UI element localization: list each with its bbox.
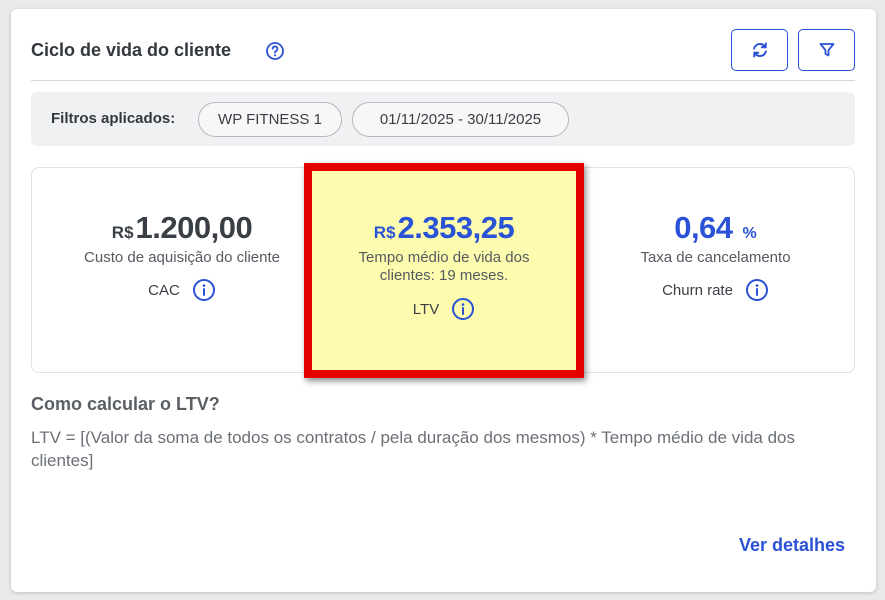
refresh-icon [752,42,767,58]
metric-cac: R$ 1.200,00 Custo de aquisição do client… [32,168,332,374]
ltv-description: Tempo médio de vida dos clientes: 19 mes… [358,249,530,284]
question-circle-icon[interactable] [265,41,285,61]
filter-button[interactable] [798,29,855,71]
metric-churn: 0,64 % Taxa de cancelamento Churn rate [575,168,856,374]
churn-tag-row: Churn rate [575,278,856,302]
churn-tag: Churn rate [662,281,733,299]
cac-tag: CAC [148,281,180,299]
ltv-formula: LTV = [(Valor da soma de todos os contra… [31,428,795,470]
filter-chip-unit[interactable]: WP FITNESS 1 [198,102,342,137]
cac-tag-row: CAC [32,278,332,302]
filters-label: Filtros aplicados: [51,110,176,127]
info-icon[interactable] [192,278,216,302]
ltv-tag-row: LTV [313,297,575,321]
info-icon[interactable] [451,297,475,321]
refresh-button[interactable] [731,29,788,71]
ltv-currency: R$ [373,223,396,242]
cac-value-row: R$ 1.200,00 [32,210,332,246]
churn-value: 0,64 [674,210,733,245]
churn-value-row: 0,64 % [575,210,856,246]
info-icon[interactable] [745,278,769,302]
churn-description: Taxa de cancelamento [640,249,791,266]
applied-filters-bar: Filtros aplicados: WP FITNESS 1 01/11/20… [31,92,855,146]
ltv-value: 2.353,25 [397,210,515,245]
ltv-value-row: R$ 2.353,25 [313,210,575,246]
churn-unit: % [742,225,757,242]
funnel-icon [819,43,834,57]
card-title: Ciclo de vida do cliente [31,40,232,60]
ltv-calc-title: Como calcular o LTV? [31,394,220,414]
customer-lifecycle-card: Ciclo de vida do cliente Filtros aplicad… [11,9,876,592]
ltv-tag: LTV [412,300,440,318]
see-details-link[interactable]: Ver detalhes [739,535,845,556]
cac-currency: R$ [111,223,134,242]
filter-chip-date-range[interactable]: 01/11/2025 - 30/11/2025 [352,102,569,137]
card-header: Ciclo de vida do cliente [31,29,855,81]
cac-value: 1.200,00 [135,210,253,245]
cac-description: Custo de aquisição do cliente [84,249,280,266]
metric-ltv: R$ 2.353,25 Tempo médio de vida dos clie… [313,168,575,374]
metrics-panel: R$ 1.200,00 Custo de aquisição do client… [31,163,856,378]
